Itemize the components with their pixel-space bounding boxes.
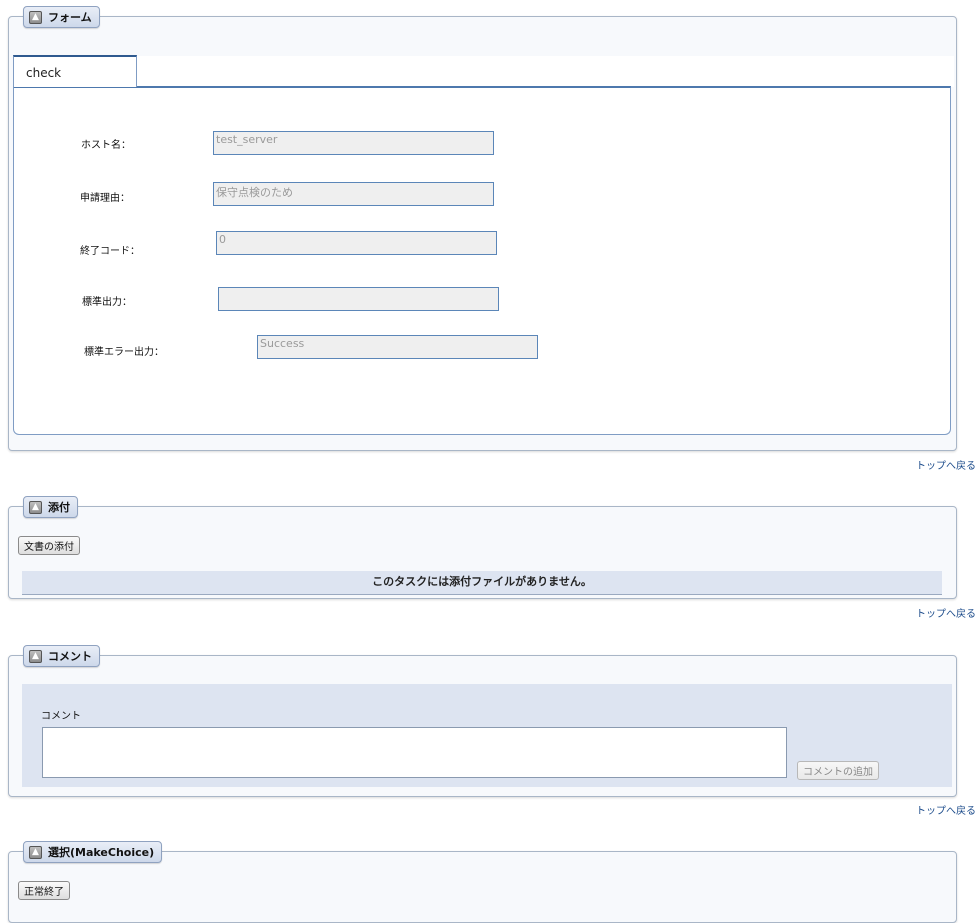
form-panel-title: フォーム — [48, 11, 92, 24]
comment-panel-title: コメント — [48, 650, 92, 663]
field-label-exit-code: 終了コード： — [80, 246, 140, 257]
form-panel: ▲ フォーム check ホスト名： test_server 申請理由： 保守点… — [8, 6, 957, 451]
field-label-hostname: ホスト名： — [81, 140, 131, 151]
form-panel-legend[interactable]: ▲ フォーム — [23, 6, 100, 28]
choice-panel-legend[interactable]: ▲ 選択(MakeChoice) — [23, 841, 163, 863]
field-label-reason: 申請理由： — [80, 193, 130, 204]
comment-textarea[interactable] — [42, 727, 787, 778]
stderr-field[interactable]: Success — [257, 335, 538, 359]
comment-area: コメント コメントの追加 — [22, 684, 952, 787]
no-attachments-message: このタスクには添付ファイルがありません。 — [22, 571, 942, 595]
back-to-top-link[interactable]: トップへ戻る — [916, 802, 976, 817]
tab-content: ホスト名： test_server 申請理由： 保守点検のため 終了コード： 0… — [13, 86, 951, 435]
choice-panel-title: 選択(MakeChoice) — [48, 846, 155, 859]
attachment-panel-legend[interactable]: ▲ 添付 — [23, 496, 78, 518]
attachment-panel: ▲ 添付 文書の添付 このタスクには添付ファイルがありません。 — [8, 496, 957, 599]
comment-panel-legend[interactable]: ▲ コメント — [23, 645, 100, 667]
add-comment-button[interactable]: コメントの追加 — [797, 761, 879, 780]
collapse-up-icon[interactable]: ▲ — [29, 845, 42, 859]
tab-strip — [14, 56, 954, 87]
complete-button[interactable]: 正常終了 — [18, 881, 70, 900]
stdout-field[interactable] — [218, 287, 499, 311]
choice-panel: ▲ 選択(MakeChoice) 正常終了 — [8, 841, 957, 923]
exit-code-field[interactable]: 0 — [216, 231, 497, 255]
collapse-up-icon[interactable]: ▲ — [29, 649, 42, 663]
attach-document-button[interactable]: 文書の添付 — [18, 536, 80, 555]
field-label-stderr: 標準エラー出力： — [84, 347, 164, 358]
collapse-up-icon[interactable]: ▲ — [29, 10, 42, 24]
collapse-up-icon[interactable]: ▲ — [29, 500, 42, 514]
comment-label: コメント — [41, 711, 81, 722]
reason-field[interactable]: 保守点検のため — [213, 182, 494, 206]
comment-panel: ▲ コメント コメント コメントの追加 — [8, 645, 957, 797]
tab-check[interactable]: check — [13, 55, 137, 87]
back-to-top-link[interactable]: トップへ戻る — [916, 605, 976, 620]
back-to-top-link[interactable]: トップへ戻る — [916, 457, 976, 472]
hostname-field[interactable]: test_server — [213, 131, 494, 155]
field-label-stdout: 標準出力： — [82, 297, 132, 308]
attachment-panel-title: 添付 — [48, 501, 70, 514]
